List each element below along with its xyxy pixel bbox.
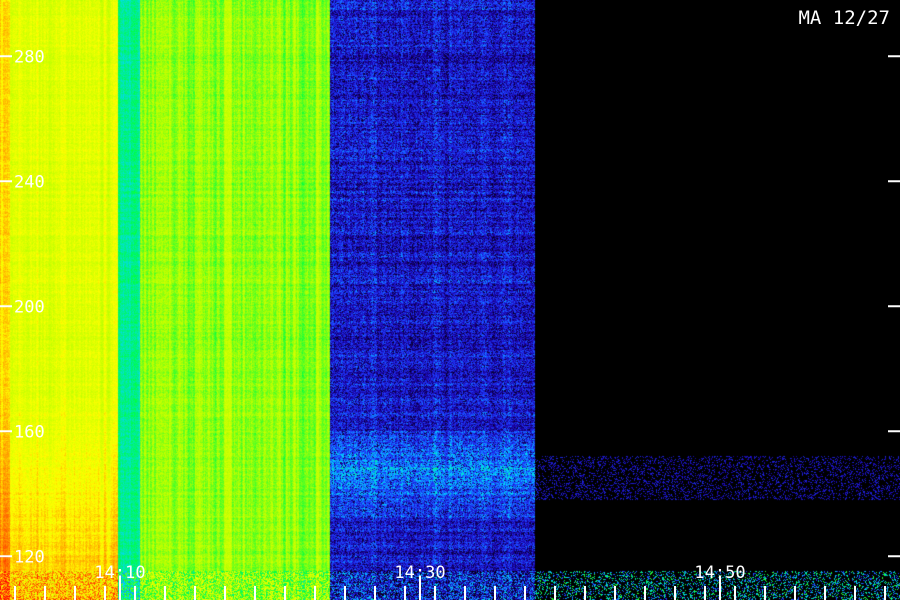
y-tick-label: 240: [14, 172, 45, 192]
y-tick-label: 200: [14, 297, 45, 317]
y-axis-left: 120 160 200 240 280: [0, 47, 45, 567]
chart-overlay: 120 160 200 240 280 14:10 14:30 14:50 MA 12/27: [0, 7, 900, 600]
y-tick-label: 160: [14, 422, 45, 442]
x-tick-label: 14:30: [394, 563, 445, 583]
x-tick-label: 14:10: [94, 563, 145, 583]
chart-title: MA 12/27: [798, 7, 890, 29]
y-axis-right: [888, 55, 900, 558]
y-tick-label: 120: [14, 547, 45, 567]
x-axis: 14:10 14:30 14:50: [14, 563, 886, 600]
x-tick-label: 14:50: [694, 563, 745, 583]
y-tick-label: 280: [14, 47, 45, 67]
